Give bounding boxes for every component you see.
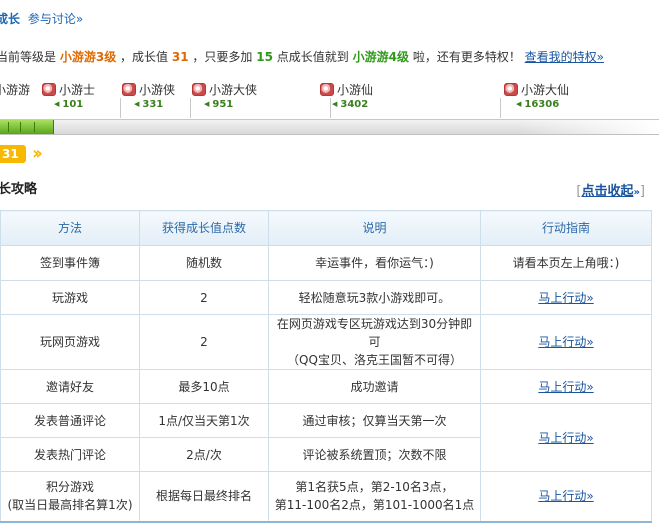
current-value: 31 <box>171 50 189 64</box>
act-now-link[interactable]: 马上行动» <box>538 489 593 503</box>
level-badge-icon <box>42 82 56 96</box>
growth-progress-bar <box>0 119 659 135</box>
level-marker: 小游侠 331 <box>122 80 175 110</box>
desc-cell: 成功邀请 <box>268 369 481 404</box>
level-name: 小游士 <box>59 82 96 97</box>
method-cell: 积分游戏 (取当日最高排名算1次) <box>0 471 140 523</box>
points-cell: 根据每日最终排名 <box>139 471 269 523</box>
desc-cell: 第1名获5点，第2-10名3点， 第11-100名2点，第101-1000名1点 <box>268 471 481 523</box>
column-header: 方法 <box>0 210 140 246</box>
table-row: 积分游戏 (取当日最高排名算1次) 根据每日最终排名 第1名获5点，第2-10名… <box>0 471 652 523</box>
column-header: 说明 <box>268 210 481 246</box>
desc-cell: 轻松随意玩3款小游戏即可。 <box>268 280 481 315</box>
method-cell: 发表热门评论 <box>0 437 140 472</box>
act-now-link[interactable]: 马上行动» <box>538 431 593 445</box>
current-level: 小游游3级 <box>59 50 117 64</box>
table-row: 签到事件簿 随机数 幸运事件，看你运气：) 请看本页左上角哦：) <box>0 245 652 281</box>
status-text-3: ，只要多加 <box>192 50 253 64</box>
level-points: 16306 <box>504 99 569 110</box>
growth-guide-table: 方法 获得成长值点数 说明 行动指南 签到事件簿 随机数 幸运事件，看你运气：)… <box>0 210 652 523</box>
action-cell: 马上行动» <box>480 403 652 472</box>
table-row: 邀请好友 最多10点 成功邀请 马上行动» <box>0 369 652 404</box>
act-now-link[interactable]: 马上行动» <box>538 380 593 394</box>
section-title: 长攻略 <box>0 182 38 197</box>
level-marker: 小游大侠 951 <box>192 80 257 110</box>
level-divider <box>190 98 191 118</box>
level-name: 小游游 <box>0 82 31 97</box>
act-now-link[interactable]: 马上行动» <box>538 335 593 349</box>
level-divider <box>330 98 331 118</box>
points-cell: 最多10点 <box>139 369 269 404</box>
act-now-link[interactable]: 马上行动» <box>538 291 593 305</box>
status-line: 当前等级是 小游游3级 ，成长值 31 ，只要多加 15 点成长值就到 小游游4… <box>0 48 604 65</box>
action-cell: 马上行动» <box>480 314 652 370</box>
method-cell: 玩游戏 <box>0 280 140 315</box>
action-cell: 马上行动» <box>480 471 652 523</box>
points-cell: 2 <box>139 280 269 315</box>
status-text-2: ，成长值 <box>120 50 169 64</box>
level-badge-icon <box>192 82 206 96</box>
method-cell: 发表普通评论 <box>0 403 140 438</box>
action-cell: 请看本页左上角哦：) <box>480 245 652 281</box>
page-header: 成长 参与讨论» <box>0 10 83 27</box>
status-text-5: 啦，还有更多特权！ <box>412 50 521 64</box>
level-divider <box>120 98 121 118</box>
desc-cell: 幸运事件，看你运气：) <box>268 245 481 281</box>
action-cell: 马上行动» <box>480 369 652 404</box>
level-marker: 小游士 101 <box>42 80 95 110</box>
column-header: 行动指南 <box>480 210 652 246</box>
level-name: 小游侠 <box>139 82 176 97</box>
page-title: 成长 <box>0 12 21 26</box>
level-badge-icon <box>122 82 136 96</box>
status-text-1: 当前等级是 <box>0 50 57 64</box>
points-cell: 2 <box>139 314 269 370</box>
level-badge-icon <box>504 82 518 96</box>
status-text-4: 点成长值就到 <box>276 50 349 64</box>
points-cell: 1点/仅当天第1次 <box>139 403 269 438</box>
desc-cell: 通过审核；仅算当天第一次 <box>268 403 481 438</box>
next-level: 小游游4级 <box>352 50 409 64</box>
table-row: 玩网页游戏 2 在网页游戏专区玩游戏达到30分钟即可 （QQ宝贝、洛克王国暂不可… <box>0 314 652 370</box>
level-name: 小游大侠 <box>209 82 258 97</box>
points-cell: 随机数 <box>139 245 269 281</box>
collapse-toggle[interactable]: [点击收起»] <box>576 180 645 199</box>
desc-cell: 在网页游戏专区玩游戏达到30分钟即可 （QQ宝贝、洛克王国暂不可得） <box>268 314 481 370</box>
level-name: 小游大仙 <box>521 82 570 97</box>
method-cell: 玩网页游戏 <box>0 314 140 370</box>
level-marker: 小游仙 3402 <box>320 80 373 110</box>
view-privileges-link[interactable]: 查看我的特权» <box>525 50 604 64</box>
desc-cell: 评论被系统置顶；次数不限 <box>268 437 481 472</box>
column-header: 获得成长值点数 <box>139 210 269 246</box>
current-value-badge: 31 <box>0 145 26 163</box>
method-cell: 邀请好友 <box>0 369 140 404</box>
points-needed: 15 <box>256 50 273 64</box>
level-points: 331 <box>122 99 175 110</box>
level-badge-icon <box>320 82 334 96</box>
level-marker: 小游大仙 16306 <box>504 80 569 110</box>
table-row: 玩游戏 2 轻松随意玩3款小游戏即可。 马上行动» <box>0 280 652 315</box>
level-points: 101 <box>42 99 95 110</box>
points-cell: 2点/次 <box>139 437 269 472</box>
progress-fill <box>0 120 54 134</box>
level-points: 951 <box>192 99 257 110</box>
level-points: 3402 <box>320 99 373 110</box>
discuss-link[interactable]: 参与讨论» <box>28 12 83 26</box>
level-marker: 小游游 <box>0 80 30 98</box>
table-header-row: 方法 获得成长值点数 说明 行动指南 <box>0 210 652 246</box>
method-cell: 签到事件簿 <box>0 245 140 281</box>
table-row: 发表普通评论 1点/仅当天第1次 通过审核；仅算当天第一次 马上行动» <box>0 403 652 472</box>
action-cell: 马上行动» <box>480 280 652 315</box>
level-name: 小游仙 <box>337 82 374 97</box>
collapse-link[interactable]: 点击收起 <box>581 184 633 199</box>
double-chevron-right-icon: ›› <box>32 143 43 164</box>
level-divider <box>500 98 501 118</box>
